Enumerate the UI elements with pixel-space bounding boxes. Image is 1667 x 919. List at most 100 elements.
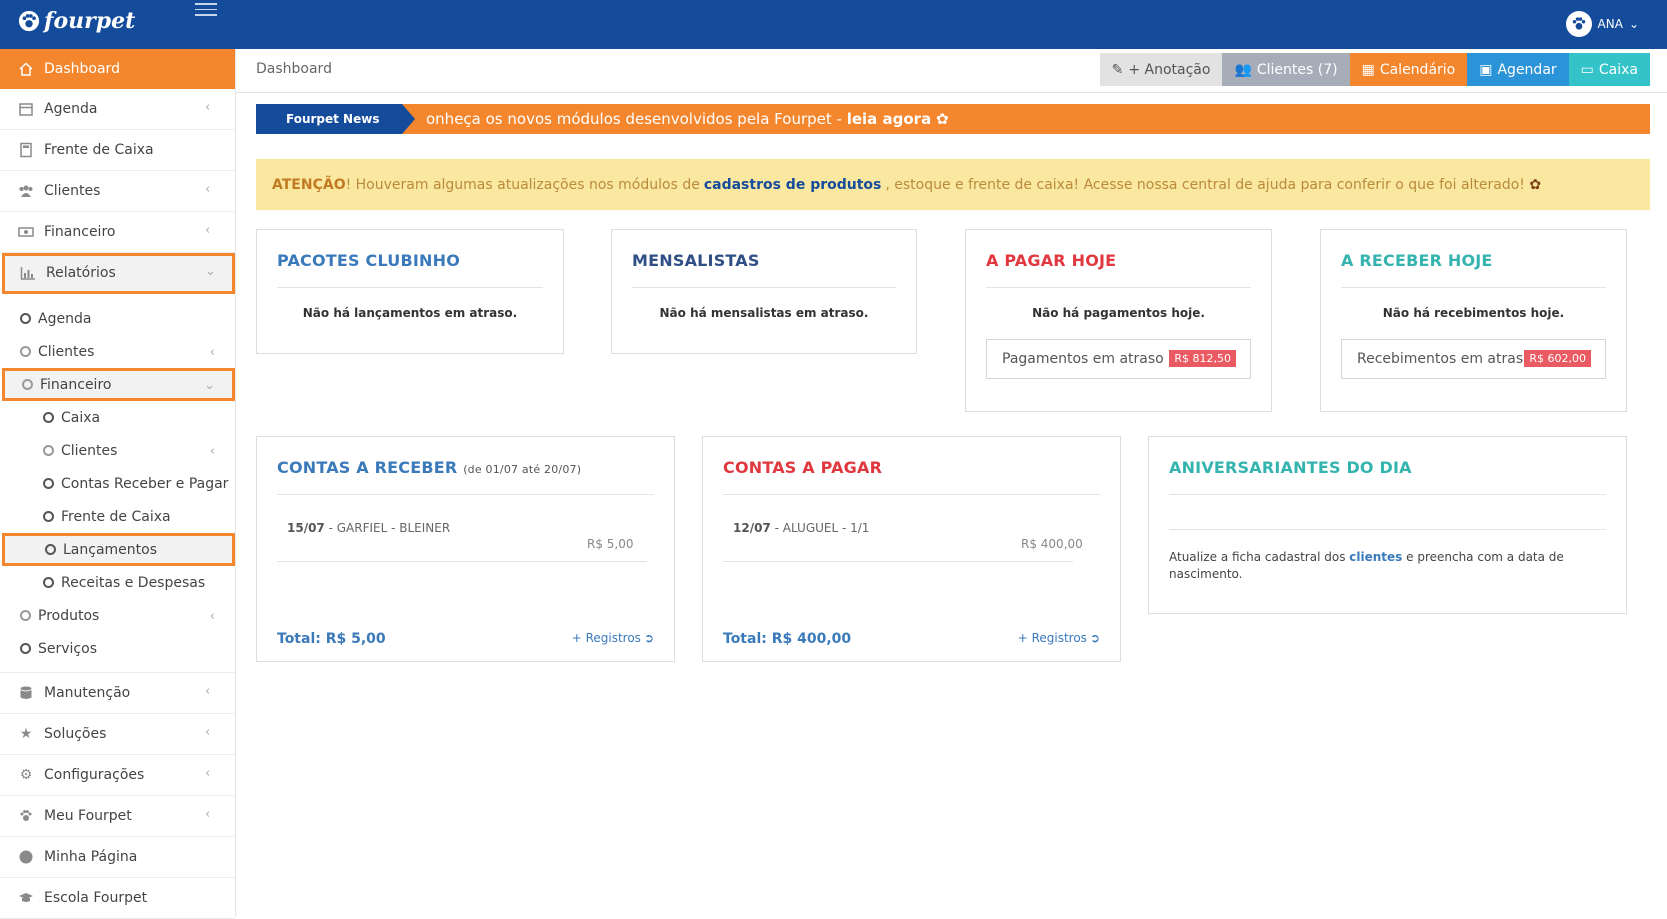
sidebar-item-label: Clientes — [44, 183, 101, 199]
submenu-item-produtos[interactable]: Produtos ‹ — [0, 599, 235, 632]
submenu-label: Produtos — [38, 607, 100, 624]
sidebar-item-manutencao[interactable]: Manutenção ‹ — [0, 673, 235, 714]
more-registros-link[interactable]: + Registros ➲ — [572, 631, 654, 645]
submenu-item-frente-de-caixa[interactable]: Frente de Caixa — [0, 500, 235, 533]
entry-date: 15/07 — [287, 521, 325, 535]
calendar-icon — [18, 101, 34, 117]
entry-row[interactable]: 15/07 - GARFIEL - BLEINER — [287, 521, 450, 535]
calendar-plus-icon: ▣ — [1479, 61, 1493, 78]
submenu-item-financeiro[interactable]: Financeiro ⌄ — [2, 368, 235, 401]
graduation-cap-icon — [18, 890, 34, 906]
news-text[interactable]: onheça os novos módulos desenvolvidos pe… — [426, 110, 949, 128]
more-label: + Registros — [1017, 631, 1087, 645]
chevron-left-icon: ‹ — [205, 684, 211, 699]
sidebar-item-meu-fourpet[interactable]: Meu Fourpet ‹ — [0, 796, 235, 837]
chevron-left-icon: ‹ — [205, 766, 211, 781]
sidebar-item-label: Financeiro — [44, 224, 116, 240]
caixa-label: Caixa — [1598, 61, 1638, 78]
chevron-down-icon: ⌄ — [204, 378, 215, 393]
overdue-badge: R$ 812,50 — [1169, 350, 1236, 367]
anotacao-button[interactable]: ✎ + Anotação — [1099, 53, 1223, 86]
sidebar-item-dashboard[interactable]: Dashboard — [0, 49, 235, 89]
agendar-label: Agendar — [1497, 61, 1557, 78]
sidebar-item-label: Minha Página — [44, 849, 138, 865]
card-title: PACOTES CLUBINHO — [277, 251, 461, 270]
more-registros-link[interactable]: + Registros ➲ — [1018, 631, 1100, 645]
sidebar-item-frente-de-caixa[interactable]: Frente de Caixa — [0, 130, 235, 171]
sidebar-item-label: Relatórios — [46, 265, 116, 281]
money-icon — [18, 224, 34, 240]
chevron-left-icon: ‹ — [205, 182, 211, 197]
submenu-item-agenda[interactable]: Agenda — [0, 302, 235, 335]
entry-amount: R$ 5,00 — [587, 537, 634, 551]
submenu-label: Agenda — [38, 310, 92, 327]
sidebar-item-solucoes[interactable]: ★ Soluções ‹ — [0, 714, 235, 755]
sidebar-item-clientes[interactable]: Clientes ‹ — [0, 171, 235, 212]
user-avatar — [1565, 11, 1592, 37]
card-title-text: CONTAS A RECEBER — [277, 458, 458, 477]
app-logo[interactable]: fourpet — [18, 8, 135, 34]
sidebar-item-label: Frente de Caixa — [44, 142, 154, 158]
clientes-label: Clientes (7) — [1256, 61, 1338, 78]
user-menu[interactable]: ANA ⌄ — [1565, 11, 1639, 37]
news-label: Fourpet News — [256, 104, 402, 134]
calendario-button[interactable]: ▦ Calendário — [1349, 53, 1468, 86]
card-a-pagar-hoje: A PAGAR HOJE Não há pagamentos hoje. Pag… — [965, 229, 1272, 412]
caixa-button[interactable]: ▭ Caixa — [1568, 53, 1650, 86]
card-contas-a-pagar: CONTAS A PAGAR 12/07 - ALUGUEL - 1/1 R$ … — [702, 436, 1121, 662]
card-title: MENSALISTAS — [632, 251, 760, 270]
sidebar-item-label: Manutenção — [44, 685, 131, 701]
menu-toggle-icon[interactable] — [195, 3, 217, 19]
card-subtitle: (de 01/07 até 20/07) — [463, 463, 582, 476]
submenu-item-clientes[interactable]: Clientes ‹ — [0, 335, 235, 368]
submenu-item-receitas-despesas[interactable]: Receitas e Despesas — [0, 566, 235, 599]
chevron-left-icon: ‹ — [205, 807, 211, 822]
arrow-circle-right-icon: ➲ — [1089, 631, 1100, 645]
pagamentos-em-atraso[interactable]: Pagamentos em atraso R$ 812,50 — [986, 339, 1251, 379]
sidebar-item-minha-pagina[interactable]: Minha Página — [0, 837, 235, 878]
sidebar-item-label: Meu Fourpet — [44, 808, 132, 824]
birthday-text: Atualize a ficha cadastral dos — [1169, 550, 1350, 564]
submenu-item-clientes-financeiro[interactable]: Clientes ‹ — [0, 434, 235, 467]
calendario-label: Calendário — [1379, 61, 1456, 78]
alert-text: ! Houveram algumas atualizações nos módu… — [345, 176, 700, 193]
edit-icon: ✎ — [1111, 61, 1124, 78]
recebimentos-em-atraso[interactable]: Recebimentos em atraso R$ 602,00 — [1341, 339, 1606, 379]
sidebar-item-escola-fourpet[interactable]: Escola Fourpet — [0, 878, 235, 919]
sidebar-item-label: Escola Fourpet — [44, 890, 148, 906]
alert-link[interactable]: cadastros de produtos — [704, 177, 882, 193]
empty-message: Não há mensalistas em atraso. — [659, 306, 869, 320]
agendar-button[interactable]: ▣ Agendar — [1467, 53, 1569, 86]
attention-alert: ATENÇÃO! Houveram algumas atualizações n… — [256, 159, 1650, 210]
submenu-item-lancamentos[interactable]: Lançamentos — [2, 533, 235, 566]
main-content: Dashboard ✎ + Anotação 👥 Clientes (7) ▦ … — [236, 49, 1667, 917]
submenu-label: Contas Receber e Pagar — [61, 475, 229, 492]
submenu-item-caixa[interactable]: Caixa — [0, 401, 235, 434]
sidebar-item-configuracoes[interactable]: ⚙ Configurações ‹ — [0, 755, 235, 796]
anotacao-label: + Anotação — [1128, 61, 1211, 78]
alert-text: , estoque e frente de caixa! Acesse noss… — [885, 176, 1525, 193]
sidebar-item-agenda[interactable]: Agenda ‹ — [0, 89, 235, 130]
chevron-down-icon: ⌄ — [1628, 17, 1639, 31]
sidebar-item-financeiro[interactable]: Financeiro ‹ — [0, 212, 235, 253]
circle-icon — [20, 643, 31, 654]
clientes-button[interactable]: 👥 Clientes (7) — [1222, 53, 1350, 86]
arrow-circle-right-icon: ➲ — [643, 631, 654, 645]
more-label: + Registros — [571, 631, 641, 645]
card-aniversariantes: ANIVERSARIANTES DO DIA Atualize a ficha … — [1148, 436, 1627, 614]
submenu-item-contas-receber-pagar[interactable]: Contas Receber e Pagar — [0, 467, 235, 500]
circle-icon — [45, 544, 56, 555]
circle-icon — [43, 478, 54, 489]
paw-icon: ✿ — [935, 110, 949, 128]
entry-row[interactable]: 12/07 - ALUGUEL - 1/1 — [733, 521, 869, 535]
card-a-receber-hoje: A RECEBER HOJE Não há recebimentos hoje.… — [1320, 229, 1627, 412]
circle-icon — [43, 511, 54, 522]
sidebar-item-relatorios[interactable]: Relatórios ⌄ — [2, 253, 235, 294]
submenu-label: Financeiro — [40, 376, 112, 393]
clientes-link[interactable]: clientes — [1349, 550, 1402, 564]
submenu-item-servicos[interactable]: Serviços — [0, 632, 235, 665]
birthday-message: Atualize a ficha cadastral dos clientes … — [1169, 549, 1606, 583]
chevron-left-icon: ‹ — [205, 100, 211, 115]
news-link[interactable]: leia agora — [847, 110, 932, 128]
empty-message: Não há lançamentos em atraso. — [302, 306, 518, 320]
